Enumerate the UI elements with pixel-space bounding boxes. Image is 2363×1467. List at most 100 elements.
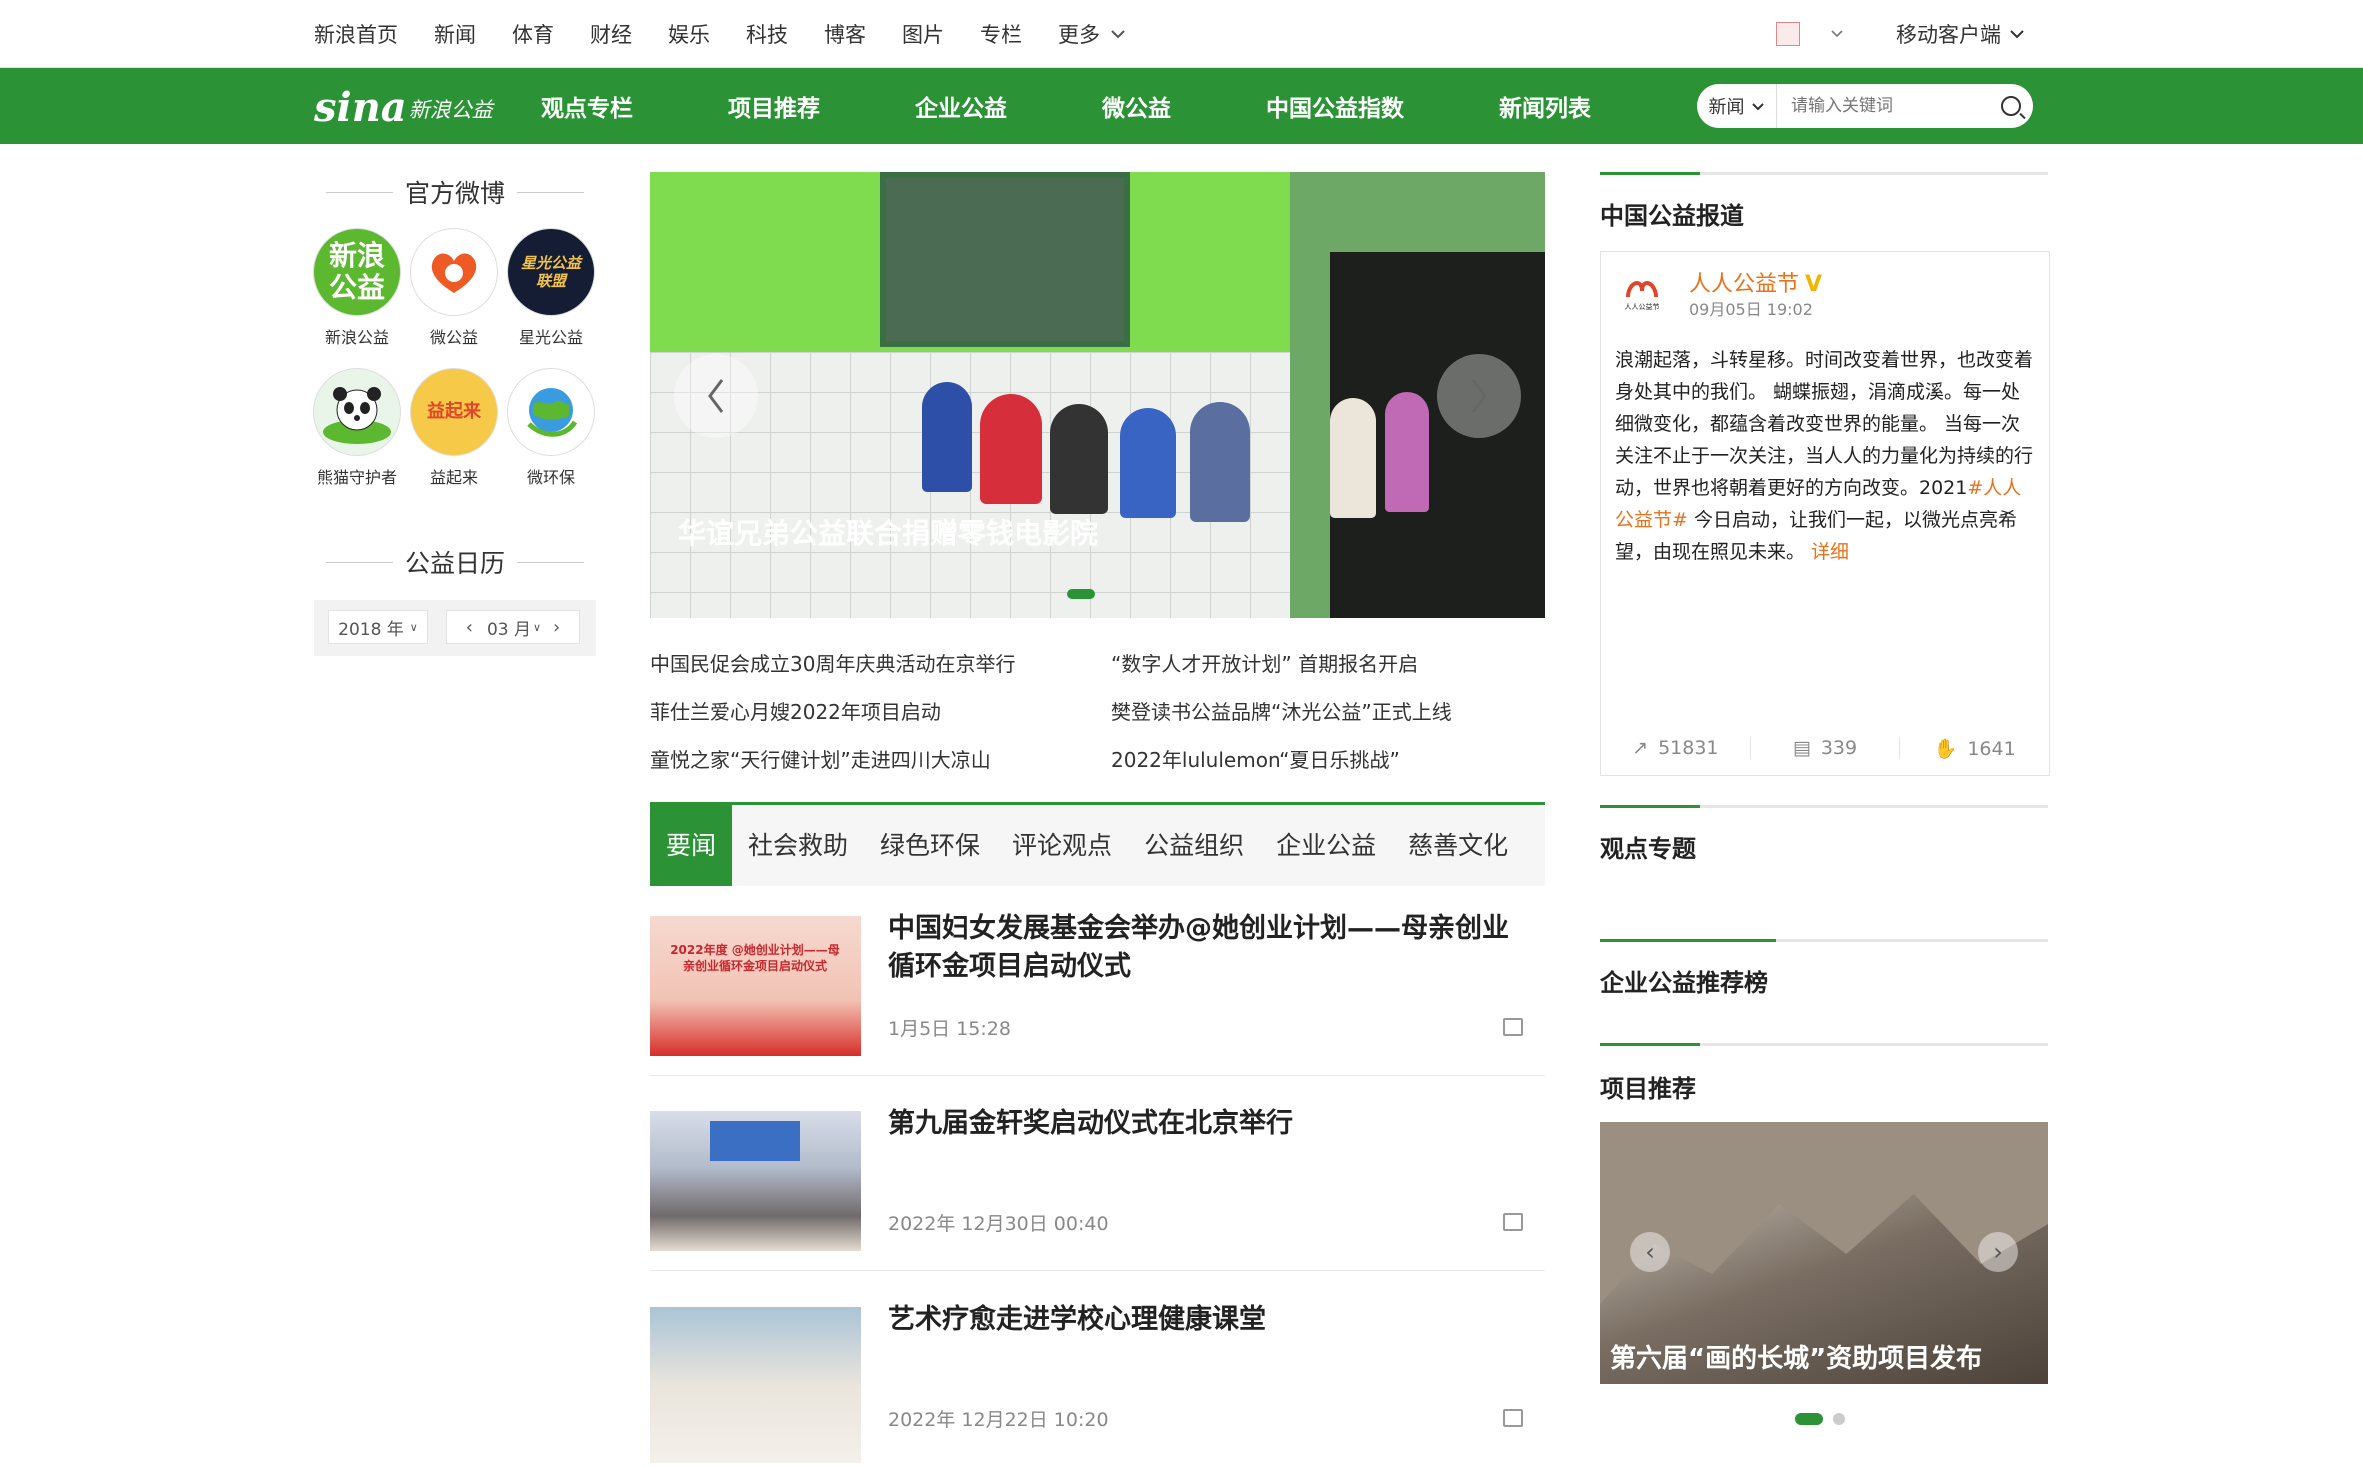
avatar-text: 人人公益节	[1625, 302, 1660, 311]
article-time: 1月5日 15:28	[888, 1018, 1011, 1040]
topic-section-title[interactable]: 观点专题	[1600, 829, 1696, 864]
nav-item-index[interactable]: 中国公益指数	[1266, 89, 1404, 123]
article-item[interactable]: 第九届金轩奖启动仪式在北京举行 2022年 12月30日 00:40	[650, 1095, 1545, 1271]
headline-link[interactable]: 樊登读书公益品牌“沐光公益”正式上线	[1111, 696, 1452, 725]
tab-culture[interactable]: 慈善文化	[1392, 805, 1524, 886]
search-input[interactable]	[1777, 86, 1987, 126]
headline-link[interactable]: 菲仕兰爱心月嫂2022年项目启动	[650, 696, 941, 725]
thumbs-up-icon: ✋	[1933, 737, 1958, 760]
chevron-left-icon[interactable]: ‹	[1630, 1232, 1670, 1272]
article-item[interactable]: 艺术疗愈走进学校心理健康课堂 2022年 12月22日 10:20	[650, 1291, 1545, 1467]
main-nav: 观点专栏 项目推荐 企业公益 微公益 中国公益指数 新闻列表	[541, 68, 1591, 144]
site-logo[interactable]: sina 新浪公益	[314, 84, 493, 128]
top-nav-item[interactable]: 新浪首页	[314, 19, 398, 49]
region-selector[interactable]	[1776, 0, 1844, 68]
article-thumbnail	[650, 1307, 861, 1463]
chevron-right-icon[interactable]	[1437, 354, 1521, 438]
weibo-account-weigongyi[interactable]: 微公益	[409, 228, 499, 348]
comment-icon[interactable]	[1503, 1018, 1523, 1036]
tab-opinion[interactable]: 评论观点	[996, 805, 1128, 886]
report-section-title[interactable]: 中国公益报道	[1600, 196, 1744, 231]
year-value: 2018 年	[338, 619, 404, 640]
slide-caption[interactable]: 华谊兄弟公益联合捐赠零钱电影院	[678, 512, 1098, 552]
logo-text: 新浪公益	[408, 98, 493, 122]
tab-important[interactable]: 要闻	[650, 805, 733, 886]
next-month-icon[interactable]: ›	[553, 617, 560, 638]
project-dot[interactable]	[1833, 1413, 1845, 1425]
enterprise-rank-title[interactable]: 企业公益推荐榜	[1600, 963, 1768, 998]
weibo-account-xinlang[interactable]: 新浪公益 新浪公益	[312, 228, 402, 348]
comment-icon: ▤	[1792, 737, 1811, 759]
section-divider	[1600, 805, 2048, 808]
chevron-left-icon[interactable]	[674, 354, 758, 438]
project-pagination	[1795, 1413, 1845, 1425]
top-nav-item[interactable]: 科技	[746, 19, 788, 49]
mobile-client-label: 移动客户端	[1896, 23, 2001, 47]
project-dot-active[interactable]	[1795, 1413, 1823, 1425]
nav-item-enterprise[interactable]: 企业公益	[915, 89, 1007, 123]
tab-green[interactable]: 绿色环保	[864, 805, 996, 886]
slider-dot-active[interactable]	[1067, 589, 1095, 599]
top-nav-item[interactable]: 娱乐	[668, 19, 710, 49]
headline-link[interactable]: 2022年lululemon“夏日乐挑战”	[1111, 744, 1400, 773]
nav-item-micro[interactable]: 微公益	[1102, 89, 1171, 123]
comment-count: 339	[1820, 737, 1858, 759]
weibo-author[interactable]: 人人公益节 V	[1689, 266, 1822, 298]
prev-month-icon[interactable]: ‹	[466, 617, 473, 638]
article-item[interactable]: 2022年度 @她创业计划——母亲创业循环金项目启动仪式 中国妇女发展基金会举办…	[650, 900, 1545, 1076]
search-icon[interactable]	[2001, 96, 2021, 116]
headline-link[interactable]: 中国民促会成立30周年庆典活动在京举行	[650, 648, 1015, 677]
xingguang-logo-icon: 星光公益联盟	[507, 228, 595, 316]
project-slider[interactable]: ‹ › 第六届“画的长城”资助项目发布	[1600, 1122, 2048, 1384]
mobile-client-menu[interactable]: 移动客户端	[1896, 0, 2025, 68]
project-caption[interactable]: 第六届“画的长城”资助项目发布	[1610, 1338, 1982, 1375]
top-bar: 新浪首页 新闻 体育 财经 娱乐 科技 博客 图片 专栏 更多 移动客户端	[0, 0, 2363, 68]
comment-button[interactable]: ▤ 339	[1751, 737, 1901, 759]
headline-link[interactable]: 童悦之家“天行健计划”走进四川大凉山	[650, 744, 991, 773]
like-button[interactable]: ✋ 1641	[1900, 737, 2049, 760]
project-section-title[interactable]: 项目推荐	[1600, 1069, 1696, 1104]
comment-icon[interactable]	[1503, 1213, 1523, 1231]
top-nav-item[interactable]: 新闻	[434, 19, 476, 49]
weibo-account-panda[interactable]: 熊猫守护者	[312, 368, 402, 488]
nav-item-projects[interactable]: 项目推荐	[728, 89, 820, 123]
weibo-account-xingguang[interactable]: 星光公益联盟 星光公益	[506, 228, 596, 348]
chevron-right-icon[interactable]: ›	[1978, 1232, 2018, 1272]
nav-item-opinion[interactable]: 观点专栏	[541, 89, 633, 123]
charity-calendar: 2018 年 ∨ ‹ 03 月 ∨ ›	[314, 600, 596, 656]
chevron-down-icon	[1831, 30, 1843, 38]
top-nav-item[interactable]: 专栏	[980, 19, 1022, 49]
top-nav-item[interactable]: 体育	[512, 19, 554, 49]
weibo-account-label: 星光公益	[518, 328, 583, 347]
more-menu[interactable]: 更多	[1058, 19, 1126, 49]
top-nav-item[interactable]: 博客	[824, 19, 866, 49]
renren-gongyi-logo-icon[interactable]: 人人公益节	[1617, 266, 1667, 316]
share-button[interactable]: ↗ 51831	[1601, 737, 1751, 759]
headline-link[interactable]: “数字人才开放计划” 首期报名开启	[1111, 648, 1418, 677]
nav-item-news-list[interactable]: 新闻列表	[1499, 89, 1591, 123]
year-select[interactable]: 2018 年 ∨	[328, 610, 428, 644]
month-value[interactable]: 03 月	[487, 615, 531, 640]
article-title[interactable]: 中国妇女发展基金会举办@她创业计划——母亲创业循环金项目启动仪式	[888, 910, 1528, 986]
tab-social-aid[interactable]: 社会救助	[732, 805, 864, 886]
weibo-account-label: 微公益	[429, 328, 478, 347]
top-nav-item[interactable]: 图片	[902, 19, 944, 49]
weibo-account-weihuanbao[interactable]: 微环保	[506, 368, 596, 488]
weibo-actions: ↗ 51831 ▤ 339 ✋ 1641	[1601, 720, 2049, 776]
top-nav-item[interactable]: 财经	[590, 19, 632, 49]
flag-icon	[1776, 22, 1800, 46]
thumbnail-text: 2022年度 @她创业计划——母亲创业循环金项目启动仪式	[670, 943, 840, 973]
weibo-detail-link[interactable]: 详细	[1811, 541, 1849, 563]
article-title[interactable]: 第九届金轩奖启动仪式在北京举行	[888, 1105, 1528, 1143]
tab-organizations[interactable]: 公益组织	[1128, 805, 1260, 886]
tab-enterprise[interactable]: 企业公益	[1260, 805, 1392, 886]
slider-pagination	[1067, 589, 1095, 599]
chevron-down-icon: ∨	[532, 620, 542, 634]
search-category-select[interactable]: 新闻	[1697, 84, 1777, 128]
weibo-section-title: 官方微博	[314, 172, 596, 212]
comment-icon[interactable]	[1503, 1409, 1523, 1427]
article-title[interactable]: 艺术疗愈走进学校心理健康课堂	[888, 1301, 1528, 1339]
featured-slider[interactable]: 华谊兄弟公益联合捐赠零钱电影院	[650, 172, 1545, 618]
weibo-account-yiqilai[interactable]: 益起来 益起来	[409, 368, 499, 488]
weibo-author-name: 人人公益节	[1689, 272, 1800, 297]
